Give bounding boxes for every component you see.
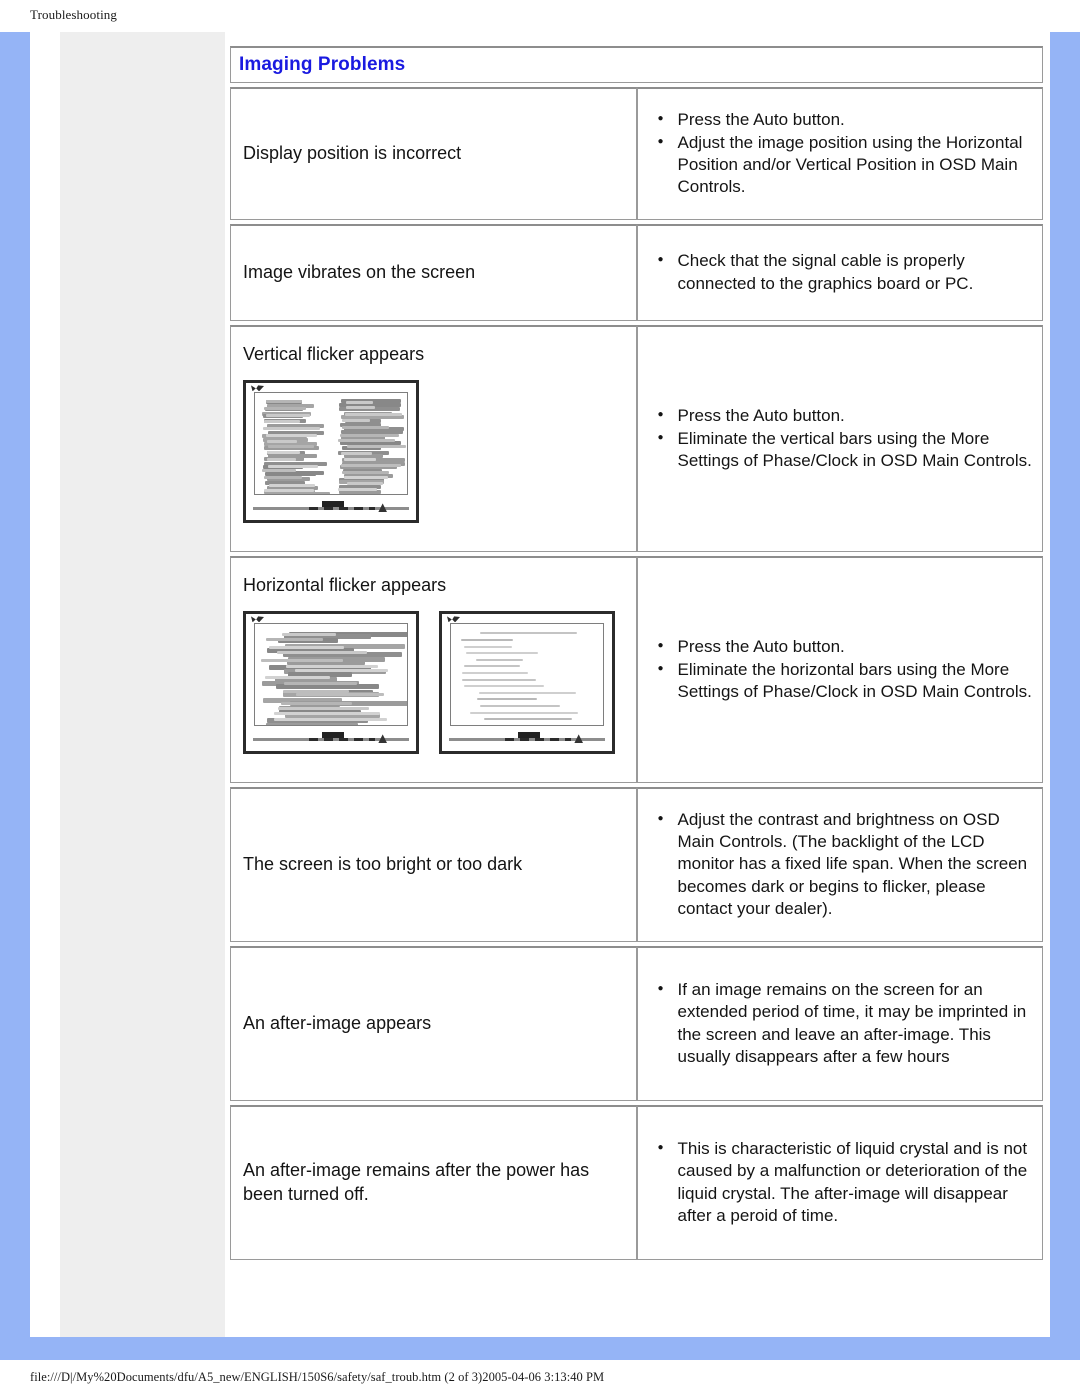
monitor-base [253,501,409,514]
monitor-screen [450,623,604,727]
symptom-cell: An after-image appears [230,946,637,1101]
horizontal-bars-clean [457,628,597,726]
page-content-area: Imaging Problems Display position is inc… [30,32,1050,1337]
left-sidebar [60,32,225,1337]
section-heading-cell: Imaging Problems [230,46,1043,83]
symptom-cell: Horizontal flicker appears [230,556,637,783]
list-item: Press the Auto button. [658,636,1035,658]
base-dashes [309,738,375,742]
symptom-cell: Vertical flicker appears [230,325,637,552]
table-row: Display position is incorrect Press the … [230,87,1043,220]
symptom-cell: The screen is too bright or too dark [230,787,637,942]
vertical-bars-left [261,397,331,495]
list-item: Adjust the contrast and brightness on OS… [658,809,1035,919]
solution-cell: This is characteristic of liquid crystal… [636,1105,1043,1260]
table-heading-row: Imaging Problems [230,46,1043,83]
monitor-horizontal-flicker-image [243,611,419,755]
monitor-base [449,732,605,745]
table-row: An after-image remains after the power h… [230,1105,1043,1260]
imaging-problems-table: Imaging Problems Display position is inc… [230,42,1043,1328]
symptom-label: Display position is incorrect [243,143,462,164]
list-item: Press the Auto button. [658,109,1035,131]
solution-cell: Press the Auto button. Eliminate the hor… [636,556,1043,783]
base-knob [321,501,344,508]
list-item: Check that the signal cable is properly … [658,250,1035,294]
list-item: This is characteristic of liquid crystal… [658,1138,1035,1226]
symptom-figures [243,611,628,755]
table-row: An after-image appears If an image remai… [230,946,1043,1101]
base-knob [517,732,540,739]
monitor-base [253,732,409,745]
monitor-screen [254,623,408,727]
list-item: Adjust the image position using the Hori… [658,132,1035,198]
symptom-label: Vertical flicker appears [243,343,425,364]
print-header: Troubleshooting [30,7,117,22]
base-dashes [505,738,571,742]
cursor-icon [447,616,460,623]
symptom-figures [243,380,628,524]
base-dashes [309,507,375,511]
table-row: Horizontal flicker appears ● Press the A… [230,556,1043,783]
monitor-screen [254,392,408,496]
symptom-label: The screen is too bright or too dark [243,854,523,875]
symptom-label: An after-image appears [243,1013,432,1034]
solution-cell: Adjust the contrast and brightness on OS… [636,787,1043,942]
symptom-label: Image vibrates on the screen [243,262,476,283]
solution-cell: If an image remains on the screen for an… [636,946,1043,1101]
list-item: Press the Auto button. [658,405,1035,427]
horizontal-bars-distorted [260,628,407,726]
solution-list: Press the Auto button. Adjust the image … [646,109,1035,198]
symptom-cell: Image vibrates on the screen [230,224,637,321]
solution-list: Press the Auto button. Eliminate the ver… [646,405,1035,472]
print-footer: file:///D|/My%20Documents/dfu/A5_new/ENG… [30,1370,605,1384]
list-item: If an image remains on the screen for an… [658,979,1035,1067]
solution-cell: Check that the signal cable is properly … [636,224,1043,321]
cursor-icon [251,385,264,392]
table-row: Vertical flicker appears ● Press the Aut… [230,325,1043,552]
solution-cell: Press the Auto button. Adjust the image … [636,87,1043,220]
list-item: Eliminate the vertical bars using the Mo… [658,428,1035,472]
monitor-horizontal-corrected-image [439,611,615,755]
monitor-vertical-flicker-image [243,380,419,524]
page-title: Imaging Problems [239,54,406,75]
page-frame: Imaging Problems Display position is inc… [0,32,1080,1360]
table-row: The screen is too bright or too dark Adj… [230,787,1043,942]
vertical-bars-right [337,397,407,495]
solution-list: Press the Auto button. Eliminate the hor… [646,636,1035,703]
table-row: Image vibrates on the screen Check that … [230,224,1043,321]
solution-list: Adjust the contrast and brightness on OS… [646,809,1035,919]
symptom-cell: Display position is incorrect [230,87,637,220]
symptom-label: An after-image remains after the power h… [243,1160,590,1204]
solution-list: This is characteristic of liquid crystal… [646,1138,1035,1226]
cursor-icon [251,616,264,623]
solution-cell: Press the Auto button. Eliminate the ver… [636,325,1043,552]
base-knob [321,732,344,739]
list-item: Eliminate the horizontal bars using the … [658,659,1035,703]
table-spacer-row [230,1264,1043,1324]
symptom-cell: An after-image remains after the power h… [230,1105,637,1260]
symptom-label: Horizontal flicker appears [243,574,447,595]
table-spacer-cell [230,1264,1043,1324]
solution-list: Check that the signal cable is properly … [646,250,1035,294]
solution-list: If an image remains on the screen for an… [646,979,1035,1067]
